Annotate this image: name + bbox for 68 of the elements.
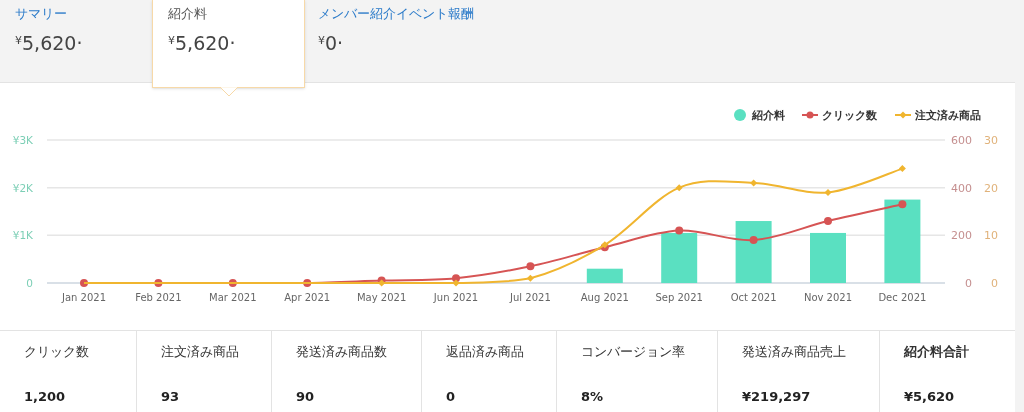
data-point (303, 279, 312, 287)
axis-label: Jul 2021 (510, 292, 551, 303)
axis-label: Aug 2021 (580, 292, 629, 303)
axis-label: 10 (984, 229, 998, 243)
stat-value: 90 (296, 387, 316, 406)
legend-label: 注文済み商品 (915, 109, 981, 122)
axis-label: ¥1K (12, 229, 33, 242)
stat-label: 紹介料合計 (904, 343, 970, 361)
stat-value: 93 (161, 387, 181, 406)
axis-label: 0 (26, 277, 33, 289)
stat-label: クリック数 (24, 343, 90, 361)
stat-value: ¥219,297 (742, 387, 812, 406)
amount-text: $^{¥}$0· (318, 30, 344, 56)
data-point (750, 179, 758, 187)
legend-icon (894, 111, 912, 119)
pointer-icon (220, 87, 238, 97)
bar (735, 221, 772, 283)
axis-label: 0 (991, 277, 998, 290)
data-point (80, 279, 88, 287)
stat-label: 発送済み商品売上 (742, 343, 847, 361)
bar (661, 232, 698, 283)
data-point (675, 184, 683, 192)
axis-label: Dec 2021 (878, 292, 927, 303)
data-point (675, 226, 684, 235)
data-point (526, 262, 535, 271)
stat-label: 発送済み商品数 (296, 343, 388, 361)
axis-label: ¥3K (12, 134, 33, 146)
stat-label: 注文済み商品 (161, 343, 240, 361)
axis-label: 600 (951, 134, 972, 147)
stat-value: ¥5,620 (904, 387, 956, 406)
summary-tab[interactable]: メンバー紹介イベント報酬 $^{¥}$0· (305, 0, 555, 83)
stat-value: 0 (446, 387, 457, 406)
data-point (526, 274, 534, 282)
data-point (154, 279, 163, 287)
legend-label: 紹介料 (752, 109, 785, 122)
data-point (898, 165, 906, 173)
stat-value: 8% (581, 387, 605, 406)
axis-label: Mar 2021 (209, 292, 257, 303)
axis-label: Sep 2021 (655, 292, 703, 303)
axis-label: Nov 2021 (803, 292, 853, 303)
stat-value: 1,200 (24, 387, 67, 406)
axis-label: ¥2K (12, 181, 33, 194)
axis-label: 400 (951, 181, 972, 195)
legend-icon (734, 109, 746, 121)
axis-label: Apr 2021 (284, 292, 331, 303)
data-point (228, 279, 237, 287)
data-point (824, 188, 832, 196)
axis-label: 0 (965, 277, 972, 290)
summary-tab[interactable]: サマリー $^{¥}$5,620· (2, 0, 152, 83)
axis-label: Jan 2021 (62, 292, 106, 303)
data-point (898, 200, 907, 209)
axis-label: 30 (984, 134, 998, 147)
legend-icon (801, 111, 819, 119)
axis-label: May 2021 (356, 292, 407, 303)
stat-label: 返品済み商品 (446, 343, 525, 361)
amount-text: $^{¥}$5,620· (168, 30, 236, 56)
data-point (824, 217, 832, 226)
stat-label: コンバージョン率 (581, 343, 686, 361)
axis-label: Oct 2021 (730, 292, 777, 303)
axis-label: Feb 2021 (135, 292, 182, 303)
amount-text: $^{¥}$5,620· (15, 30, 83, 56)
axis-label: 20 (984, 181, 998, 195)
axis-label: Jun 2021 (433, 292, 479, 303)
bar (810, 232, 846, 283)
legend-label: クリック数 (822, 109, 877, 122)
bar (586, 268, 623, 283)
data-point (749, 236, 758, 245)
axis-label: 200 (951, 229, 972, 243)
